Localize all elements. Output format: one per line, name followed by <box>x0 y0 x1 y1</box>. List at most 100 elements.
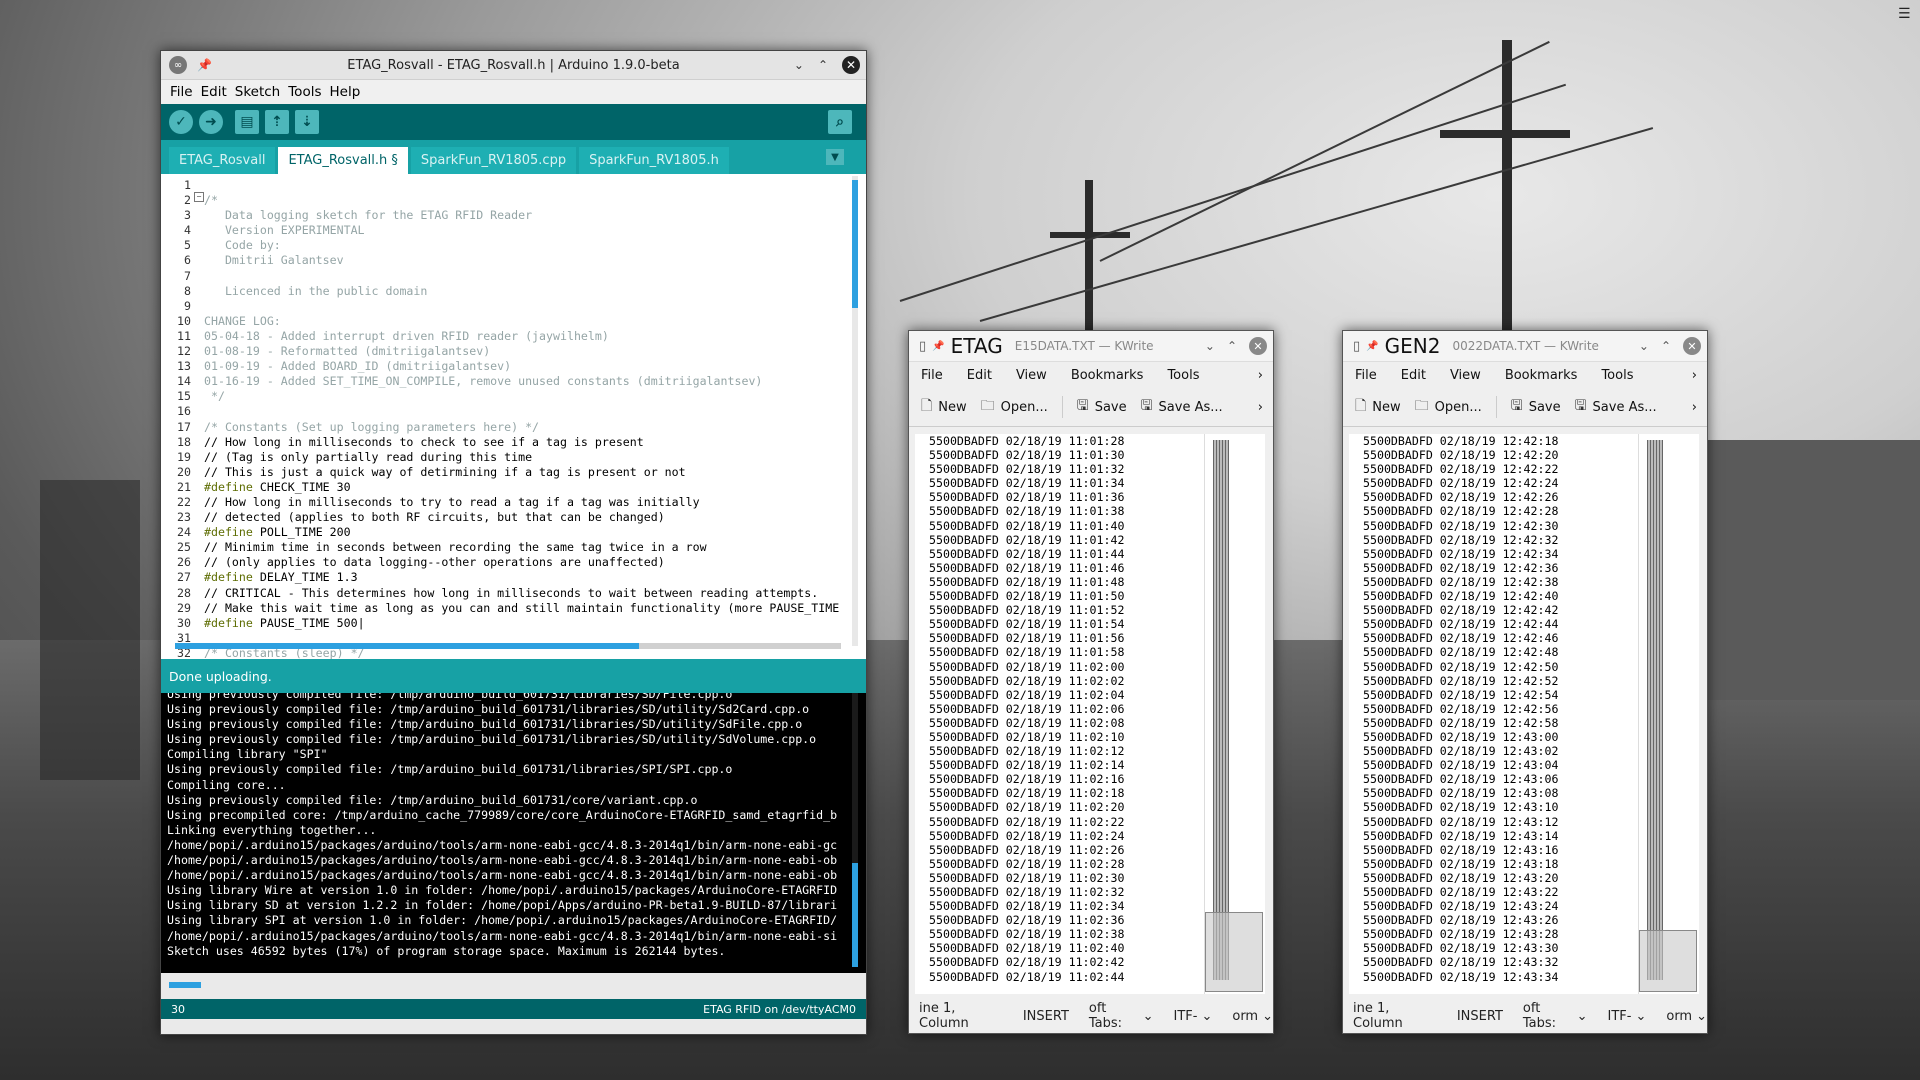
menu-file[interactable]: File <box>169 84 194 100</box>
text-line[interactable]: 5500DBADFD 02/18/19 11:01:42 <box>929 533 1124 547</box>
tab-etag-rosvall[interactable]: ETAG_Rosvall <box>169 147 276 174</box>
open-icon[interactable]: ⇡ <box>265 110 289 134</box>
text-line[interactable]: 5500DBADFD 02/18/19 11:01:40 <box>929 519 1124 533</box>
menu-view[interactable]: View <box>1450 368 1481 383</box>
code-text[interactable]: /* Data logging sketch for the ETAG RFID… <box>204 178 839 659</box>
menu-file[interactable]: File <box>1355 368 1377 383</box>
kwrite-titlebar[interactable]: ▯ 📌 GEN2 0022DATA.TXT — KWrite ⌄ ⌃ ✕ <box>1343 331 1707 362</box>
fold-icon[interactable]: − <box>194 192 204 202</box>
pin-icon[interactable]: 📌 <box>1366 341 1378 352</box>
text-line[interactable]: 5500DBADFD 02/18/19 11:02:28 <box>929 857 1124 871</box>
minimize-icon[interactable]: ⌄ <box>1205 339 1215 353</box>
text-line[interactable]: 5500DBADFD 02/18/19 11:02:22 <box>929 815 1124 829</box>
text-line[interactable]: 5500DBADFD 02/18/19 11:02:16 <box>929 772 1124 786</box>
menu-bookmarks[interactable]: Bookmarks <box>1071 368 1144 383</box>
text-line[interactable]: 5500DBADFD 02/18/19 12:43:16 <box>1363 843 1558 857</box>
cursor-position[interactable]: ine 1, Column <box>1353 1001 1437 1031</box>
code-line[interactable]: // (Tag is only partially read during th… <box>204 450 839 465</box>
tab-etag-rosvall-h[interactable]: ETAG_Rosvall.h § <box>278 147 408 174</box>
code-line[interactable]: // This is just a quick way of detirmini… <box>204 465 839 480</box>
text-line[interactable]: 5500DBADFD 02/18/19 11:02:44 <box>929 970 1124 984</box>
menu-help[interactable]: Help <box>329 84 362 100</box>
text-line[interactable]: 5500DBADFD 02/18/19 12:42:22 <box>1363 462 1558 476</box>
code-line[interactable]: 01-08-19 - Reformatted (dmitriigalantsev… <box>204 344 839 359</box>
arduino-titlebar[interactable]: ∞ 📌 ETAG_Rosvall - ETAG_Rosvall.h | Ardu… <box>161 51 866 80</box>
text-line[interactable]: 5500DBADFD 02/18/19 11:01:28 <box>929 434 1124 448</box>
text-line[interactable]: 5500DBADFD 02/18/19 12:43:24 <box>1363 899 1558 913</box>
chevron-right-icon[interactable]: › <box>1258 368 1263 383</box>
text-line[interactable]: 5500DBADFD 02/18/19 12:42:54 <box>1363 688 1558 702</box>
encoding-dropdown[interactable]: ITF- ⌄ <box>1174 1009 1213 1024</box>
code-line[interactable]: 01-09-19 - Added BOARD_ID (dmitriigalant… <box>204 359 839 374</box>
chevron-right-icon[interactable]: › <box>1258 400 1263 415</box>
text-line[interactable]: 5500DBADFD 02/18/19 12:42:24 <box>1363 476 1558 490</box>
minimap-viewport[interactable] <box>1639 930 1697 992</box>
code-line[interactable]: #define PAUSE_TIME 500| <box>204 616 839 631</box>
text-line[interactable]: 5500DBADFD 02/18/19 11:01:50 <box>929 589 1124 603</box>
text-line[interactable]: 5500DBADFD 02/18/19 11:02:08 <box>929 716 1124 730</box>
text-line[interactable]: 5500DBADFD 02/18/19 12:42:50 <box>1363 660 1558 674</box>
new-button[interactable]: 🗋 New <box>1355 395 1401 419</box>
console-output[interactable]: Using previously compiled file: /tmp/ard… <box>161 693 866 973</box>
text-line[interactable]: 5500DBADFD 02/18/19 12:42:18 <box>1363 434 1558 448</box>
text-line[interactable]: 5500DBADFD 02/18/19 12:43:06 <box>1363 772 1558 786</box>
text-line[interactable]: 5500DBADFD 02/18/19 11:02:14 <box>929 758 1124 772</box>
text-line[interactable]: 5500DBADFD 02/18/19 11:02:20 <box>929 800 1124 814</box>
open-button[interactable]: 🗀 Open... <box>981 395 1048 419</box>
code-line[interactable]: Code by: <box>204 238 839 253</box>
code-line[interactable]: #define CHECK_TIME 30 <box>204 480 839 495</box>
text-line[interactable]: 5500DBADFD 02/18/19 12:43:10 <box>1363 800 1558 814</box>
close-icon[interactable]: ✕ <box>842 56 860 74</box>
text-line[interactable]: 5500DBADFD 02/18/19 11:01:34 <box>929 476 1124 490</box>
text-line[interactable]: 5500DBADFD 02/18/19 12:43:28 <box>1363 927 1558 941</box>
maximize-icon[interactable]: ⌃ <box>818 58 828 72</box>
text-line[interactable]: 5500DBADFD 02/18/19 11:01:58 <box>929 645 1124 659</box>
text-line[interactable]: 5500DBADFD 02/18/19 11:02:02 <box>929 674 1124 688</box>
text-line[interactable]: 5500DBADFD 02/18/19 12:43:12 <box>1363 815 1558 829</box>
tab-menu-icon[interactable]: ▼ <box>826 149 844 165</box>
code-line[interactable]: Dmitrii Galantsev <box>204 253 839 268</box>
text-line[interactable]: 5500DBADFD 02/18/19 12:43:34 <box>1363 970 1558 984</box>
serial-monitor-icon[interactable]: ⌕ <box>828 110 852 134</box>
text-line[interactable]: 5500DBADFD 02/18/19 12:43:20 <box>1363 871 1558 885</box>
menu-edit[interactable]: Edit <box>967 368 992 383</box>
minimap-viewport[interactable] <box>1205 912 1263 992</box>
pin-icon[interactable]: 📌 <box>932 341 944 352</box>
new-icon[interactable]: ▤ <box>235 110 259 134</box>
text-line[interactable]: 5500DBADFD 02/18/19 12:42:56 <box>1363 702 1558 716</box>
tabs-dropdown[interactable]: oft Tabs: ⌄ <box>1089 1001 1154 1031</box>
text-line[interactable]: 5500DBADFD 02/18/19 12:42:30 <box>1363 519 1558 533</box>
tab-sparkfun-rv1805-cpp[interactable]: SparkFun_RV1805.cpp <box>410 147 577 174</box>
text-line[interactable]: 5500DBADFD 02/18/19 12:43:32 <box>1363 955 1558 969</box>
text-line[interactable]: 5500DBADFD 02/18/19 12:43:14 <box>1363 829 1558 843</box>
mode-dropdown[interactable]: orm ⌄ <box>1232 1009 1273 1024</box>
text-line[interactable]: 5500DBADFD 02/18/19 12:42:34 <box>1363 547 1558 561</box>
text-line[interactable]: 5500DBADFD 02/18/19 11:01:38 <box>929 504 1124 518</box>
text-line[interactable]: 5500DBADFD 02/18/19 12:43:04 <box>1363 758 1558 772</box>
text-line[interactable]: 5500DBADFD 02/18/19 12:42:52 <box>1363 674 1558 688</box>
text-line[interactable]: 5500DBADFD 02/18/19 12:42:42 <box>1363 603 1558 617</box>
text-line[interactable]: 5500DBADFD 02/18/19 12:42:20 <box>1363 448 1558 462</box>
menu-view[interactable]: View <box>1016 368 1047 383</box>
code-line[interactable]: */ <box>204 389 839 404</box>
text-line[interactable]: 5500DBADFD 02/18/19 11:02:24 <box>929 829 1124 843</box>
text-line[interactable]: 5500DBADFD 02/18/19 11:02:26 <box>929 843 1124 857</box>
text-line[interactable]: 5500DBADFD 02/18/19 11:02:10 <box>929 730 1124 744</box>
code-line[interactable] <box>204 178 839 193</box>
text-line[interactable]: 5500DBADFD 02/18/19 12:42:36 <box>1363 561 1558 575</box>
menu-edit[interactable]: Edit <box>1401 368 1426 383</box>
maximize-icon[interactable]: ⌃ <box>1227 339 1237 353</box>
text-line[interactable]: 5500DBADFD 02/18/19 12:42:38 <box>1363 575 1558 589</box>
code-line[interactable]: Licenced in the public domain <box>204 284 839 299</box>
maximize-icon[interactable]: ⌃ <box>1661 339 1671 353</box>
menu-tools[interactable]: Tools <box>287 84 322 100</box>
new-button[interactable]: 🗋 New <box>921 395 967 419</box>
text-line[interactable]: 5500DBADFD 02/18/19 12:42:28 <box>1363 504 1558 518</box>
text-line[interactable]: 5500DBADFD 02/18/19 12:42:26 <box>1363 490 1558 504</box>
tab-sparkfun-rv1805-h[interactable]: SparkFun_RV1805.h <box>579 147 729 174</box>
minimap-scrollbar[interactable] <box>1204 434 1263 994</box>
code-line[interactable]: Version EXPERIMENTAL <box>204 223 839 238</box>
text-area[interactable]: 5500DBADFD 02/18/19 12:42:18 5500DBADFD 0… <box>1349 434 1699 994</box>
code-line[interactable]: 01-16-19 - Added SET_TIME_ON_COMPILE, re… <box>204 374 839 389</box>
input-mode[interactable]: INSERT <box>1023 1009 1069 1024</box>
